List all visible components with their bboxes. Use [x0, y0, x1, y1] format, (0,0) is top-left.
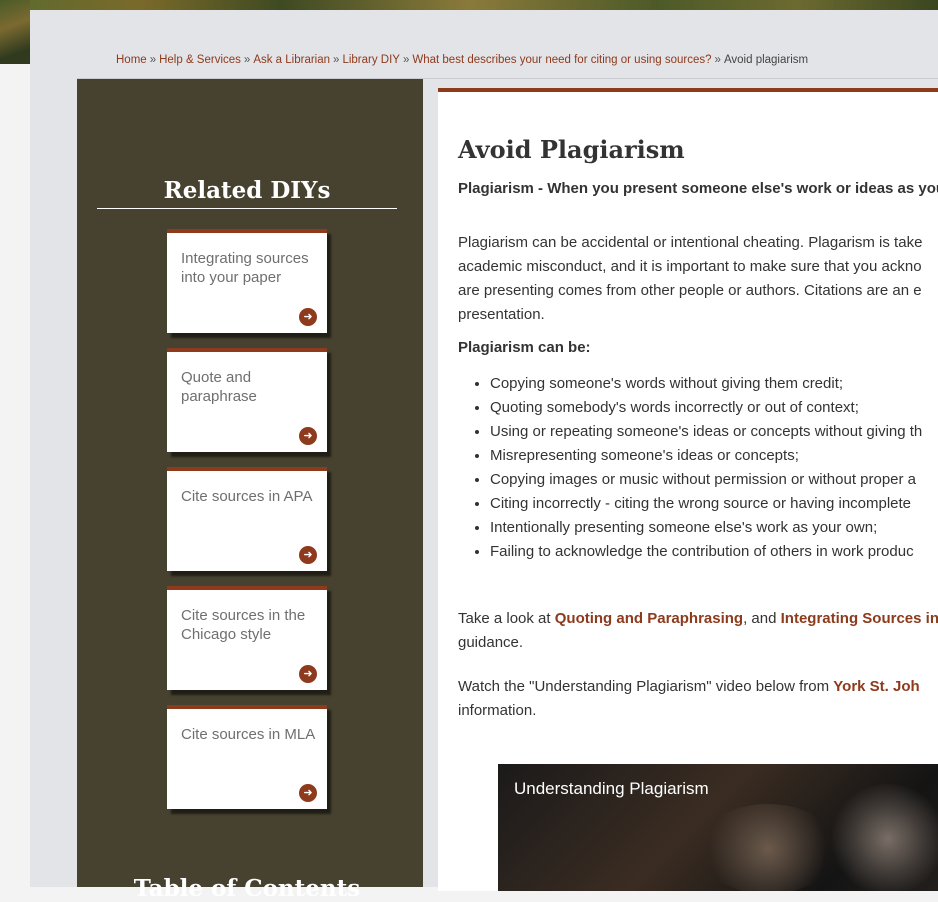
video-title[interactable]: Understanding Plagiarism: [514, 779, 709, 799]
intro-line: are presenting comes from other people o…: [458, 282, 922, 299]
table-of-contents-title: Table of Contents: [133, 875, 361, 902]
take-a-look-line-2: guidance.: [458, 634, 524, 651]
related-diy-card-integrating-sources[interactable]: Integrating sources into your paper ➜: [167, 229, 327, 333]
list-item: Copying images or music without permissi…: [490, 468, 922, 492]
breadcrumb: Home» Help & Services» Ask a Librarian» Lib…: [116, 54, 936, 66]
breadcrumb-home[interactable]: Home: [116, 54, 147, 66]
related-diy-card-label: Cite sources in APA: [181, 488, 313, 505]
related-diy-card-label: Cite sources in the Chicago style: [181, 607, 306, 643]
breadcrumb-current: Avoid plagiarism: [723, 54, 809, 66]
arrow-circle-right-icon: ➜: [299, 784, 317, 802]
related-diy-card-label: Quote and paraphrase: [181, 369, 257, 405]
watch-paragraph: Watch the "Understanding Plagiarism" vid…: [458, 675, 938, 723]
list-item: Using or repeating someone's ideas or co…: [490, 420, 922, 444]
integrating-sources-link[interactable]: Integrating Sources int: [781, 610, 938, 627]
list-heading: Plagiarism can be:: [458, 339, 591, 356]
arrow-circle-right-icon: ➜: [299, 308, 317, 326]
arrow-circle-right-icon: ➜: [299, 546, 317, 564]
take-a-look-paragraph: Take a look at Quoting and Paraphrasing,…: [458, 607, 938, 655]
breadcrumb-separator: »: [243, 54, 251, 66]
take-a-look-middle: , and: [743, 610, 781, 627]
watch-line-2: information.: [458, 702, 537, 719]
list-item: Failing to acknowledge the contribution …: [490, 540, 922, 564]
related-diy-card-label: Integrating sources into your paper: [181, 250, 309, 286]
related-diy-card-quote-paraphrase[interactable]: Quote and paraphrase ➜: [167, 348, 327, 452]
video-embed[interactable]: Understanding Plagiarism: [498, 764, 938, 891]
sidebar-title: Related DIYs: [163, 177, 331, 204]
york-st-john-link[interactable]: York St. Joh: [833, 678, 919, 695]
breadcrumb-help-services[interactable]: Help & Services: [159, 54, 241, 66]
breadcrumb-separator: »: [714, 54, 721, 66]
list-item: Quoting somebody's words incorrectly or …: [490, 396, 922, 420]
plagiarism-definition: Plagiarism - When you present someone el…: [458, 180, 938, 197]
intro-line: presentation.: [458, 306, 545, 323]
plagiarism-list: Copying someone's words without giving t…: [458, 372, 922, 564]
take-a-look-prefix: Take a look at: [458, 610, 555, 627]
breadcrumb-separator: »: [402, 54, 410, 66]
watch-line: Watch the "Understanding Plagiarism" vid…: [458, 675, 938, 699]
list-item: Intentionally presenting someone else's …: [490, 516, 922, 540]
sidebar-title-rule: [97, 208, 397, 209]
intro-line: Plagiarism can be accidental or intentio…: [458, 234, 923, 251]
related-diy-card-chicago[interactable]: Cite sources in the Chicago style ➜: [167, 586, 327, 690]
list-item: Citing incorrectly - citing the wrong so…: [490, 492, 922, 516]
list-item: Copying someone's words without giving t…: [490, 372, 922, 396]
video-thumbnail-blur: [698, 804, 838, 891]
take-a-look-line: Take a look at Quoting and Paraphrasing,…: [458, 607, 938, 631]
main-content: Avoid Plagiarism Plagiarism - When you p…: [438, 88, 938, 891]
background-photo-edge: [0, 0, 30, 64]
quoting-paraphrasing-link[interactable]: Quoting and Paraphrasing: [555, 610, 743, 627]
related-diy-card-apa[interactable]: Cite sources in APA ➜: [167, 467, 327, 571]
breadcrumb-separator: »: [149, 54, 157, 66]
related-diy-card-mla[interactable]: Cite sources in MLA ➜: [167, 705, 327, 809]
breadcrumb-ask-a-librarian[interactable]: Ask a Librarian: [253, 54, 330, 66]
video-thumbnail-blur: [828, 784, 938, 891]
page-title: Avoid Plagiarism: [458, 135, 685, 164]
page-shell: Home» Help & Services» Ask a Librarian» Lib…: [30, 10, 938, 902]
intro-paragraph: Plagiarism can be accidental or intentio…: [458, 231, 938, 327]
sidebar: Related DIYs Integrating sources into yo…: [77, 79, 423, 902]
related-diy-card-label: Cite sources in MLA: [181, 726, 316, 743]
breadcrumb-separator: »: [333, 54, 340, 66]
watch-prefix: Watch the "Understanding Plagiarism" vid…: [458, 678, 834, 695]
arrow-circle-right-icon: ➜: [299, 427, 317, 445]
list-item: Misrepresenting someone's ideas or conce…: [490, 444, 922, 468]
intro-line: academic misconduct, and it is important…: [458, 258, 922, 275]
arrow-circle-right-icon: ➜: [299, 665, 317, 683]
breadcrumb-library-diy[interactable]: Library DIY: [342, 54, 400, 66]
breadcrumb-citing-sources[interactable]: What best describes your need for citing…: [412, 54, 711, 66]
